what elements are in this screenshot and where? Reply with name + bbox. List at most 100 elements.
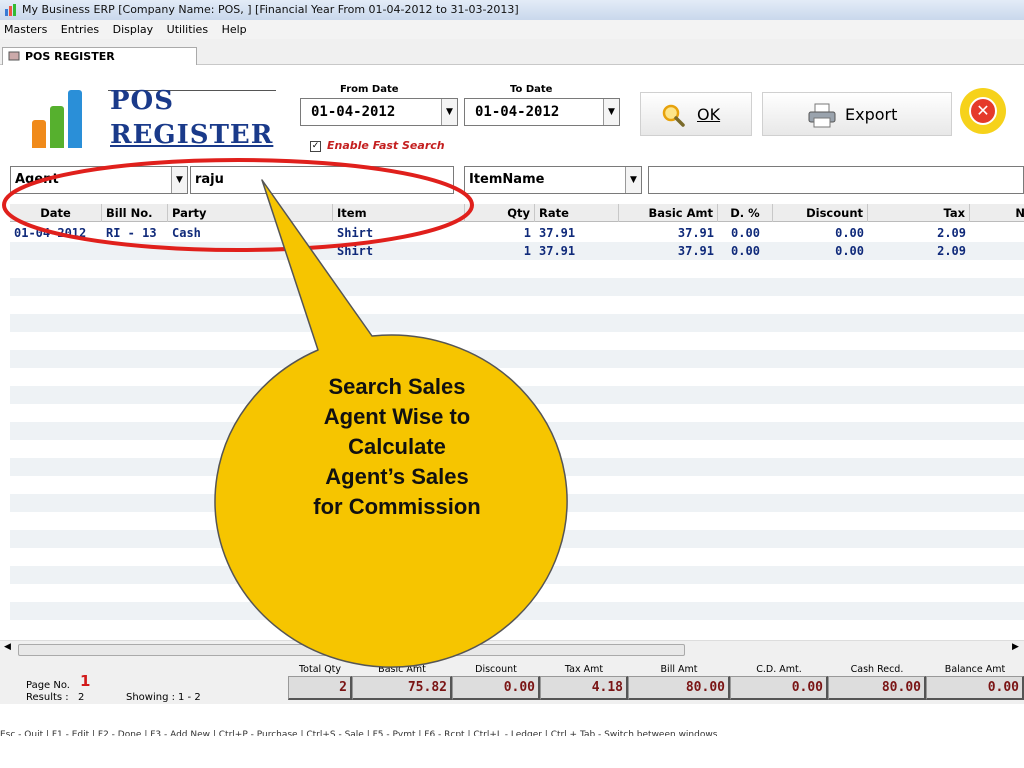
scroll-grip: III	[341, 643, 349, 653]
col-net[interactable]: N	[970, 204, 1024, 222]
close-button[interactable]: ✕	[960, 88, 1006, 134]
item-field-select[interactable]: ItemName ▼	[464, 166, 642, 194]
total-label: Cash Recd.	[850, 664, 904, 675]
grid-stripe	[10, 530, 1024, 548]
cell-basic-amt: 37.91	[677, 226, 714, 240]
chevron-down-icon[interactable]: ▼	[603, 99, 619, 125]
to-date-label: To Date	[510, 84, 553, 95]
col-bill-no[interactable]: Bill No.	[102, 204, 168, 222]
cell-basic-amt: 37.91	[677, 244, 714, 258]
menu-masters[interactable]: Masters	[4, 23, 47, 36]
tab-pos-register[interactable]: POS REGISTER	[2, 47, 197, 65]
filter-field-select[interactable]: Agent ▼	[10, 166, 188, 194]
showing-range: 1 - 2	[178, 692, 201, 703]
cell-qty: 1	[523, 226, 531, 240]
total-value: 0.00	[926, 676, 1024, 700]
results-count: 2	[78, 692, 85, 703]
tab-bar: POS REGISTER	[0, 39, 1024, 65]
filter-field-value: Agent	[15, 172, 59, 187]
callout-line: Agent’s Sales	[325, 464, 469, 489]
cell-discount: 0.00	[835, 244, 864, 258]
menu-entries[interactable]: Entries	[61, 23, 99, 36]
callout-text: Search Sales Agent Wise to Calculate Age…	[262, 372, 532, 522]
fast-search-label: Enable Fast Search	[327, 139, 445, 152]
table-row[interactable]: 01-04-2012 RI - 13 Cash Shirt 1 37.91 37…	[10, 224, 1024, 242]
total-value: 75.82	[352, 676, 452, 700]
window-title-bar: My Business ERP [Company Name: POS, ] [F…	[0, 0, 1024, 20]
col-basic-amt[interactable]: Basic Amt	[619, 204, 718, 222]
cell-tax: 2.09	[937, 226, 966, 240]
ok-label: OK	[697, 105, 721, 124]
col-party[interactable]: Party	[168, 204, 333, 222]
status-bar: Esc - Quit | F1 - Edit | F2 - Done | F3 …	[0, 704, 1024, 768]
to-date-picker[interactable]: 01-04-2012 ▼	[464, 98, 620, 126]
total-label: Bill Amt	[660, 664, 698, 675]
from-date-label: From Date	[340, 84, 399, 95]
cell-rate: 37.91	[539, 226, 576, 240]
table-row[interactable]: Shirt 1 37.91 37.91 0.00 0.00 2.09	[10, 242, 1024, 260]
page-title-line1: POS	[110, 86, 174, 116]
total-value: 2	[288, 676, 352, 700]
scroll-left-icon[interactable]: ◀	[4, 642, 11, 652]
cell-bill-no: RI - 13	[106, 226, 157, 240]
scroll-thumb[interactable]: III	[18, 643, 685, 656]
from-date-value: 01-04-2012	[311, 104, 396, 120]
chevron-down-icon[interactable]: ▼	[441, 99, 457, 125]
grid-stripe	[10, 314, 1024, 332]
cell-qty: 1	[523, 244, 531, 258]
item-value-input[interactable]	[648, 166, 1024, 194]
col-tax[interactable]: Tax	[868, 204, 970, 222]
page-title-line2: REGISTER	[110, 120, 274, 150]
grid-stripe	[10, 620, 1024, 638]
horizontal-scrollbar[interactable]: ◀ III ▶	[0, 640, 1024, 658]
menu-utilities[interactable]: Utilities	[167, 23, 208, 36]
window-title: My Business ERP [Company Name: POS, ] [F…	[22, 3, 519, 16]
total-label: Balance Amt	[944, 664, 1006, 675]
scroll-right-icon[interactable]: ▶	[1012, 642, 1019, 652]
callout-line: for Commission	[313, 494, 481, 519]
grid-stripe	[10, 548, 1024, 566]
menu-bar: Masters Entries Display Utilities Help	[0, 20, 1024, 39]
filter-value-input[interactable]: raju	[190, 166, 454, 194]
from-date-picker[interactable]: 01-04-2012 ▼	[300, 98, 458, 126]
chevron-down-icon[interactable]: ▼	[171, 167, 187, 193]
to-date-value: 01-04-2012	[475, 104, 560, 120]
cell-date: 01-04-2012	[14, 226, 87, 240]
page-label: Page No.	[26, 680, 70, 691]
cell-disc-pct: 0.00	[731, 244, 760, 258]
cell-rate: 37.91	[539, 244, 576, 258]
printer-icon	[808, 103, 836, 128]
grid-stripe	[10, 296, 1024, 314]
export-label: Export	[845, 105, 898, 124]
total-value: 4.18	[540, 676, 628, 700]
col-date[interactable]: Date	[10, 204, 102, 222]
menu-display[interactable]: Display	[113, 23, 154, 36]
cell-bill-no	[102, 242, 168, 260]
grid-stripe	[10, 260, 1024, 278]
checkbox-checked-icon[interactable]: ✓	[310, 140, 321, 152]
shortcut-strip: Esc - Quit | F1 - Edit | F2 - Done | F3 …	[0, 730, 718, 736]
total-label: Total Qty	[298, 664, 342, 675]
col-item[interactable]: Item	[333, 204, 465, 222]
results-label: Results :	[26, 692, 69, 703]
total-label: Basic Amt	[378, 664, 426, 675]
filter-value-text: raju	[195, 172, 224, 187]
menu-help[interactable]: Help	[222, 23, 247, 36]
chevron-down-icon[interactable]: ▼	[625, 167, 641, 193]
fast-search-toggle[interactable]: ✓ Enable Fast Search	[310, 139, 445, 152]
export-button[interactable]: Export	[762, 92, 952, 136]
cell-item: Shirt	[337, 226, 374, 240]
magnifier-icon	[662, 104, 685, 127]
col-rate[interactable]: Rate	[535, 204, 619, 222]
cell-item: Shirt	[337, 244, 374, 258]
callout-line: Calculate	[348, 434, 446, 459]
grid-stripe	[10, 584, 1024, 602]
col-disc-pct[interactable]: D. %	[718, 204, 773, 222]
app-icon	[5, 4, 16, 16]
total-value: 80.00	[828, 676, 926, 700]
col-discount[interactable]: Discount	[773, 204, 868, 222]
col-qty[interactable]: Qty	[465, 204, 535, 222]
total-value: 80.00	[628, 676, 730, 700]
ok-button[interactable]: OK	[640, 92, 752, 136]
total-value: 0.00	[730, 676, 828, 700]
